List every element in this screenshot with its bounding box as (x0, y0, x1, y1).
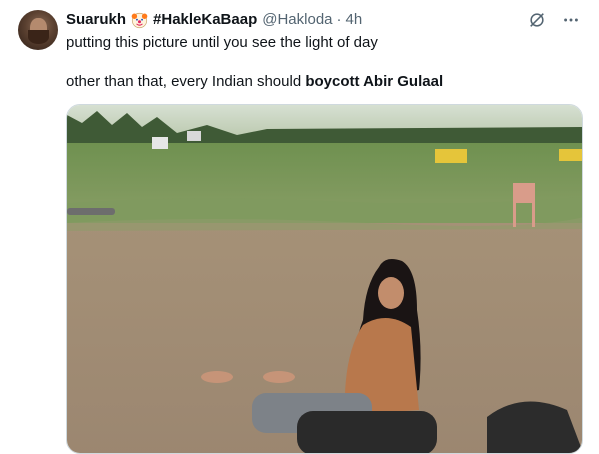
tweet-media-photo[interactable] (66, 104, 583, 454)
author-handle[interactable]: @Hakloda (262, 11, 332, 29)
tweet-actions-top (527, 10, 581, 30)
tweet-text-line-2-prefix: other than that, every Indian should (66, 73, 306, 90)
tweet-time[interactable]: 4h (346, 11, 363, 29)
tweet[interactable]: Suarukh #HakleKaBaap @Hakloda · 4h putti… (0, 0, 599, 454)
separator-dot: · (336, 11, 342, 28)
author-hashtag[interactable]: #HakleKaBaap (153, 11, 257, 29)
photo-meadow-scene (67, 105, 582, 453)
avatar[interactable] (18, 10, 58, 50)
tweet-text-line-2: other than that, every Indian should boy… (66, 72, 443, 92)
more-options-icon[interactable] (561, 10, 581, 30)
clown-face-emoji (131, 12, 148, 28)
tweet-text-line-1: putting this picture until you see the l… (66, 34, 378, 51)
tweet-header: Suarukh #HakleKaBaap @Hakloda · 4h (66, 11, 362, 29)
author-name[interactable]: Suarukh (66, 11, 126, 29)
avatar-beard (28, 30, 49, 44)
tweet-text-line-2-bold: boycott Abir Gulaal (305, 73, 444, 90)
grok-icon[interactable] (527, 10, 547, 30)
